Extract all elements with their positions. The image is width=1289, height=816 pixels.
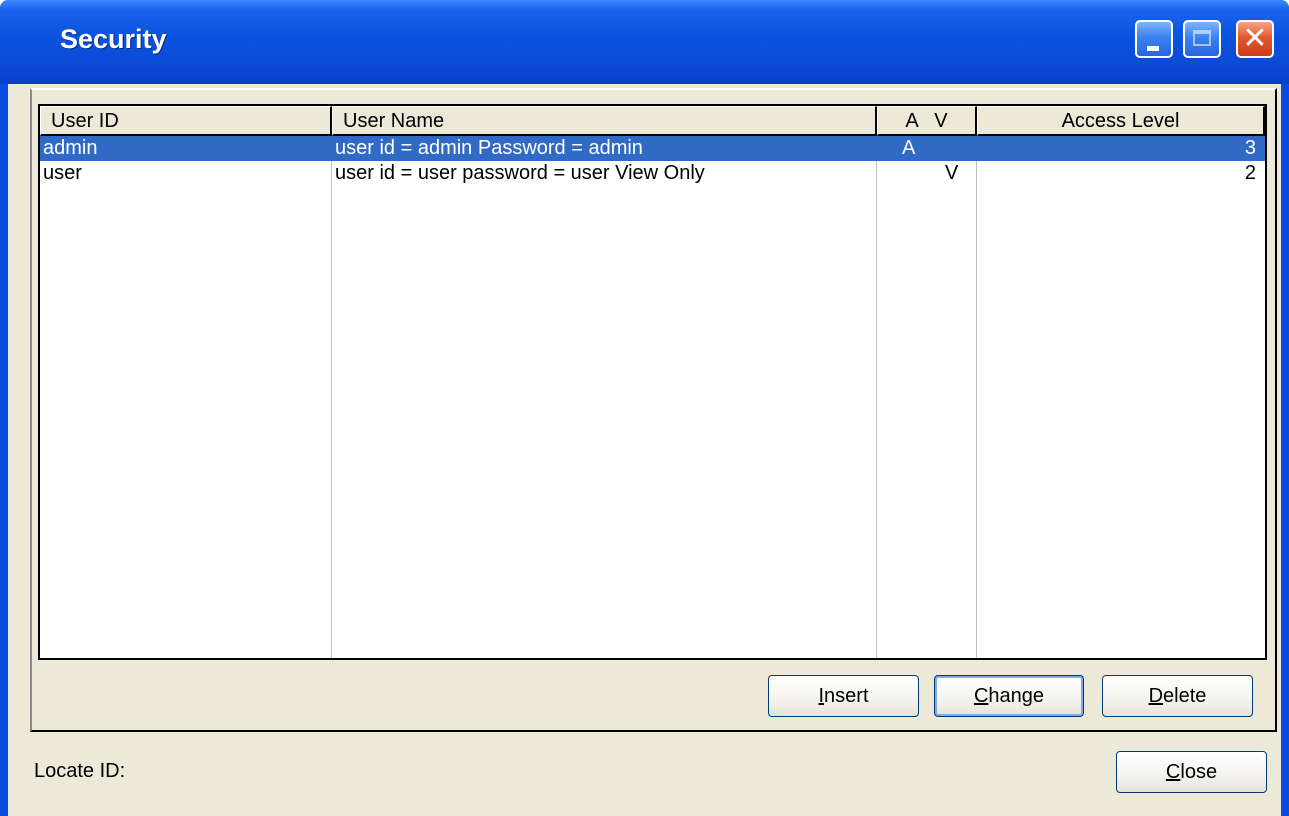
insert-label: nsert <box>824 685 869 707</box>
table-row[interactable]: admin user id = admin Password = admin A… <box>40 136 1265 161</box>
close-window-button[interactable]: ✕ <box>1236 20 1274 58</box>
table-row[interactable]: user user id = user password = user View… <box>40 161 1265 186</box>
column-divider <box>976 136 977 658</box>
maximize-icon <box>1193 30 1211 46</box>
dialog-client-area: User ID User Name A V Access Level admin… <box>8 84 1281 816</box>
minimize-icon <box>1147 46 1159 51</box>
close-label: lose <box>1180 761 1218 783</box>
column-header-access-level[interactable]: Access Level <box>977 106 1265 136</box>
cell-v: V <box>945 162 959 184</box>
cell-a <box>902 161 922 186</box>
users-list[interactable]: User ID User Name A V Access Level admin… <box>38 104 1267 660</box>
security-window: Security ✕ User ID User Name A V Access … <box>0 0 1289 816</box>
delete-mnemonic: D <box>1148 685 1164 707</box>
column-divider <box>876 136 877 658</box>
cell-user-name: user id = admin Password = admin <box>335 137 643 159</box>
change-mnemonic: C <box>973 685 989 707</box>
cell-user-id: user <box>43 162 82 184</box>
delete-label: elete <box>1163 685 1207 707</box>
close-mnemonic: C <box>1165 761 1181 783</box>
cell-a: A <box>902 137 916 159</box>
maximize-button[interactable] <box>1183 20 1221 58</box>
window-title: Security <box>60 24 167 54</box>
cell-user-id: admin <box>43 137 98 159</box>
change-button[interactable]: Change <box>934 675 1084 717</box>
change-label: hange <box>988 685 1045 707</box>
column-header-user-id[interactable]: User ID <box>40 106 332 136</box>
minimize-button[interactable] <box>1135 20 1173 58</box>
title-bar[interactable]: Security ✕ <box>0 0 1289 84</box>
column-header-user-name[interactable]: User Name <box>332 106 877 136</box>
close-icon: ✕ <box>1242 21 1268 56</box>
cell-access-level: 3 <box>1244 137 1256 159</box>
cell-v <box>945 136 965 161</box>
close-button[interactable]: Close <box>1116 751 1267 793</box>
locate-id-label: Locate ID: <box>34 760 126 782</box>
cell-user-name: user id = user password = user View Only <box>335 162 705 184</box>
column-divider <box>331 136 332 658</box>
insert-button[interactable]: Insert <box>768 675 919 717</box>
cell-access-level: 2 <box>1244 162 1256 184</box>
delete-button[interactable]: Delete <box>1102 675 1253 717</box>
column-header-a-v[interactable]: A V <box>877 106 977 136</box>
list-header: User ID User Name A V Access Level <box>40 106 1265 136</box>
